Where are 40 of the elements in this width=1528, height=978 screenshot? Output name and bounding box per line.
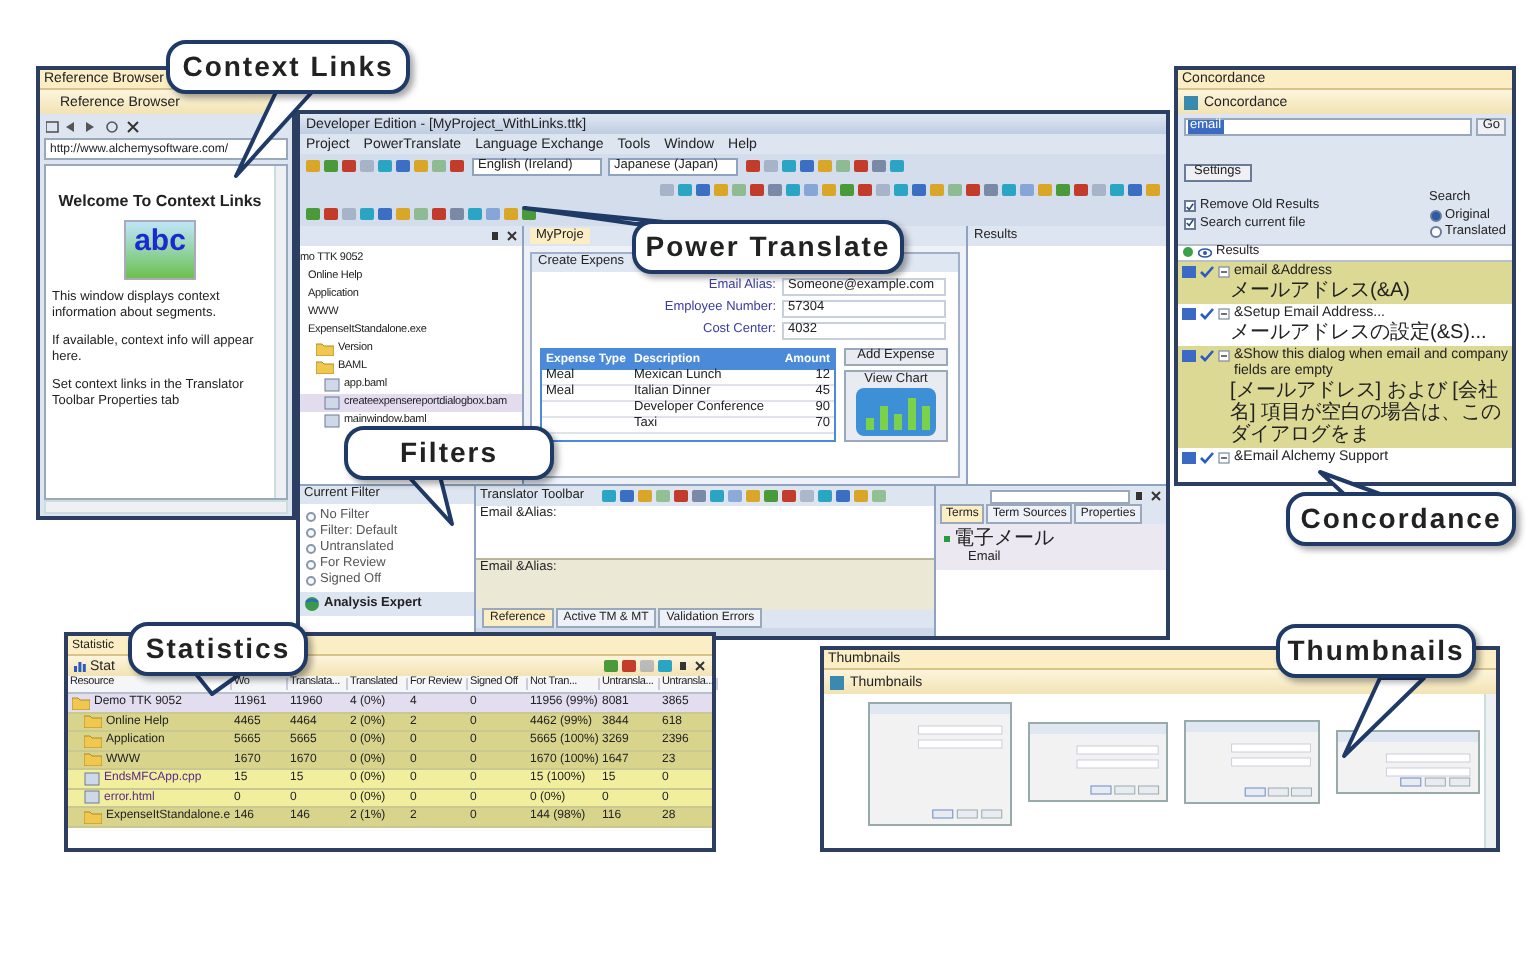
eye-icon — [1198, 247, 1212, 257]
bar-chart-icon — [74, 660, 86, 672]
radio-button[interactable] — [306, 511, 316, 521]
check-icon — [1200, 307, 1214, 319]
radio-button[interactable] — [306, 559, 316, 569]
term-status-icon — [944, 536, 950, 542]
dialog-thumbnail[interactable] — [1336, 730, 1480, 794]
pin-close-icons — [490, 230, 518, 242]
collapse-icon — [1218, 451, 1230, 463]
dialog-thumbnail[interactable] — [1184, 720, 1320, 804]
pin-close-icons — [1134, 490, 1162, 502]
check-icon — [1200, 451, 1214, 463]
page-heading: Welcome To Context Links — [58, 194, 262, 210]
radio-button[interactable] — [1429, 226, 1442, 239]
dialog-thumbnail[interactable] — [1028, 722, 1168, 802]
globe-icon — [304, 596, 320, 612]
term-text: 電子メール — [954, 528, 1054, 550]
pin-close-icons — [678, 660, 706, 672]
collapse-icon — [1218, 265, 1230, 277]
callout: Thumbnails — [1276, 624, 1476, 678]
callout: Context Links — [166, 40, 410, 94]
target-text: メールアドレス(&A) — [1228, 279, 1412, 301]
target-text: メールアドレスの設定(&S)... — [1228, 321, 1489, 343]
check-icon — [1200, 349, 1214, 361]
radio-button[interactable] — [306, 575, 316, 585]
collapse-icon — [1218, 307, 1230, 319]
radio-button[interactable] — [306, 543, 316, 553]
check-icon — [1200, 265, 1214, 277]
checkbox[interactable] — [1184, 200, 1196, 213]
radio-button[interactable] — [306, 527, 316, 537]
target-text: [メールアドレス] および [会社名] 項目が空白の場合は、このダイアログをま — [1228, 379, 1504, 445]
dropdown-field[interactable] — [990, 489, 1130, 503]
abc-logo: abc — [124, 220, 196, 280]
collapse-icon — [1218, 349, 1230, 361]
toolbar-icons-drawing — [602, 658, 674, 674]
dialog-thumbnail[interactable] — [868, 702, 1012, 826]
radio-button[interactable] — [1429, 209, 1442, 222]
callout-pointer — [1342, 676, 1426, 758]
bar-chart-icon — [856, 387, 936, 435]
checkbox[interactable] — [1184, 217, 1196, 230]
